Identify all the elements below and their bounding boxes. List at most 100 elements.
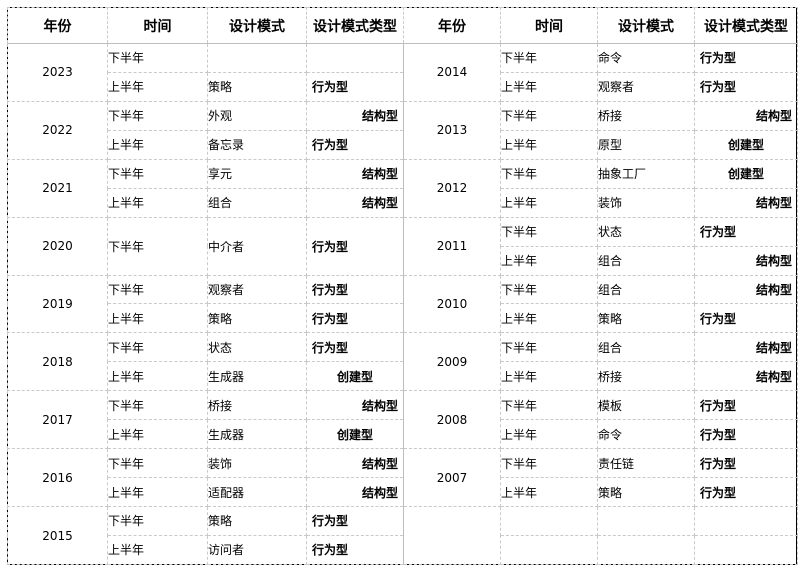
half-year-cell: 下半年 — [107, 448, 208, 479]
half-year-cell: 上半年 — [500, 71, 598, 102]
pattern-cell: 生成器 — [207, 361, 307, 392]
header-type-right: 设计模式类型 — [694, 7, 798, 44]
half-year-cell: 下半年 — [107, 216, 208, 276]
half-year-cell: 下半年 — [500, 100, 598, 131]
table-row: 2016 下半年 装饰 结构型 2007 下半年 责任链 行为型 — [7, 448, 798, 507]
pattern-cell: 享元 — [207, 158, 307, 189]
year-cell: 2010 — [403, 274, 501, 334]
table-row: 上半年 备忘录 行为型 上半年 原型 创建型 — [8, 129, 798, 160]
pattern-type-cell: 结构型 — [306, 100, 404, 131]
pattern-cell: 原型 — [597, 129, 695, 160]
half-year-cell: 下半年 — [500, 158, 598, 189]
half-year-cell: 下半年 — [500, 448, 598, 479]
half-year-cell: 下半年 — [500, 390, 598, 421]
half-year-cell: 下半年 — [107, 100, 208, 131]
pattern-cell: 模板 — [597, 390, 695, 421]
pattern-type-cell: 行为型 — [694, 419, 798, 450]
empty-pattern-cell — [597, 506, 695, 536]
half-year-cell: 上半年 — [500, 303, 598, 334]
empty-half-cell — [500, 506, 598, 536]
half-year-cell: 下半年 — [107, 274, 208, 305]
pattern-type-cell: 结构型 — [306, 187, 404, 218]
pattern-type-cell: 结构型 — [694, 274, 798, 305]
half-year-cell: 下半年 — [107, 332, 208, 363]
pattern-cell: 生成器 — [207, 419, 307, 450]
pattern-cell: 状态 — [597, 216, 695, 247]
year-cell: 2015 — [7, 506, 108, 565]
year-cell: 2014 — [403, 43, 501, 102]
pattern-type-cell: 结构型 — [694, 245, 798, 276]
table-row: 上半年 生成器 创建型 上半年 命令 行为型 — [8, 419, 798, 450]
pattern-cell: 状态 — [207, 332, 307, 363]
table-row: 2017 下半年 桥接 结构型 2008 下半年 模板 行为型 — [7, 390, 798, 450]
pattern-type-cell: 行为型 — [306, 216, 404, 276]
pattern-type-cell: 创建型 — [694, 129, 798, 160]
pattern-type-cell: 行为型 — [306, 506, 404, 536]
half-year-cell: 上半年 — [500, 187, 598, 218]
half-year-cell: 上半年 — [500, 245, 598, 276]
pattern-cell: 访问者 — [207, 534, 307, 566]
year-cell: 2012 — [403, 158, 501, 218]
pattern-cell — [207, 43, 307, 73]
pattern-cell: 责任链 — [597, 448, 695, 479]
table-row: 2019 下半年 观察者 行为型 2010 下半年 组合 结构型 — [7, 274, 798, 334]
header-pattern-left: 设计模式 — [207, 7, 307, 44]
half-year-cell: 上半年 — [107, 303, 208, 334]
table-row: 上半年 策略 行为型 上半年 观察者 行为型 — [8, 71, 798, 102]
pattern-cell: 策略 — [207, 506, 307, 536]
table-row: 2020 下半年 中介者 行为型 2011 下半年 状态 行为型 — [7, 216, 798, 276]
year-cell: 2011 — [403, 216, 501, 276]
pattern-type-cell: 创建型 — [306, 419, 404, 450]
pattern-cell: 策略 — [207, 71, 307, 102]
half-year-cell: 下半年 — [107, 158, 208, 189]
pattern-type-cell: 行为型 — [306, 71, 404, 102]
pattern-type-cell: 结构型 — [694, 187, 798, 218]
empty-pattern-cell — [597, 534, 695, 566]
year-cell: 2022 — [7, 100, 108, 160]
pattern-type-cell: 结构型 — [694, 361, 798, 392]
pattern-type-cell: 行为型 — [306, 129, 404, 160]
table-row: 上半年 组合 结构型 上半年 装饰 结构型 — [8, 187, 798, 218]
half-year-cell: 上半年 — [107, 361, 208, 392]
pattern-type-cell: 行为型 — [306, 534, 404, 566]
year-cell: 2009 — [403, 332, 501, 392]
year-cell: 2008 — [403, 390, 501, 450]
pattern-type-cell: 结构型 — [306, 390, 404, 421]
half-year-cell: 上半年 — [107, 187, 208, 218]
design-pattern-table: 年份 时间 设计模式 设计模式类型 年份 时间 设计模式 设计模式类型 2023… — [7, 7, 798, 566]
table-row: 上半年 策略 行为型 上半年 策略 行为型 — [8, 303, 798, 334]
pattern-type-cell: 创建型 — [306, 361, 404, 392]
pattern-type-cell: 结构型 — [306, 477, 404, 507]
pattern-cell: 桥接 — [597, 361, 695, 392]
half-year-cell: 下半年 — [107, 390, 208, 421]
header-year-right: 年份 — [403, 7, 501, 44]
pattern-type-cell: 创建型 — [694, 158, 798, 189]
pattern-cell: 命令 — [597, 43, 695, 73]
half-year-cell: 上半年 — [107, 419, 208, 450]
pattern-type-cell: 行为型 — [694, 448, 798, 479]
half-year-cell: 上半年 — [500, 361, 598, 392]
pattern-cell: 抽象工厂 — [597, 158, 695, 189]
pattern-cell: 装饰 — [207, 448, 307, 479]
year-cell: 2016 — [7, 448, 108, 507]
pattern-cell: 桥接 — [207, 390, 307, 421]
half-year-cell: 上半年 — [500, 129, 598, 160]
pattern-type-cell: 行为型 — [694, 390, 798, 421]
pattern-cell: 命令 — [597, 419, 695, 450]
pattern-cell: 组合 — [597, 274, 695, 305]
table-row: 2022 下半年 外观 结构型 2013 下半年 桥接 结构型 — [7, 100, 798, 160]
year-cell: 2021 — [7, 158, 108, 218]
year-cell: 2019 — [7, 274, 108, 334]
pattern-cell: 组合 — [597, 332, 695, 363]
half-year-cell: 上半年 — [500, 477, 598, 507]
header-type-left: 设计模式类型 — [306, 7, 404, 44]
half-year-cell: 上半年 — [107, 71, 208, 102]
table-row: 2023 下半年 2014 下半年 命令 行为型 — [7, 43, 798, 102]
pattern-cell: 桥接 — [597, 100, 695, 131]
pattern-type-cell: 行为型 — [694, 303, 798, 334]
table-row: 2015 下半年 策略 行为型 — [7, 506, 798, 565]
empty-type-cell — [694, 534, 798, 566]
year-cell: 2017 — [7, 390, 108, 450]
header-row: 年份 时间 设计模式 设计模式类型 年份 时间 设计模式 设计模式类型 — [7, 7, 798, 44]
half-year-cell: 上半年 — [107, 129, 208, 160]
